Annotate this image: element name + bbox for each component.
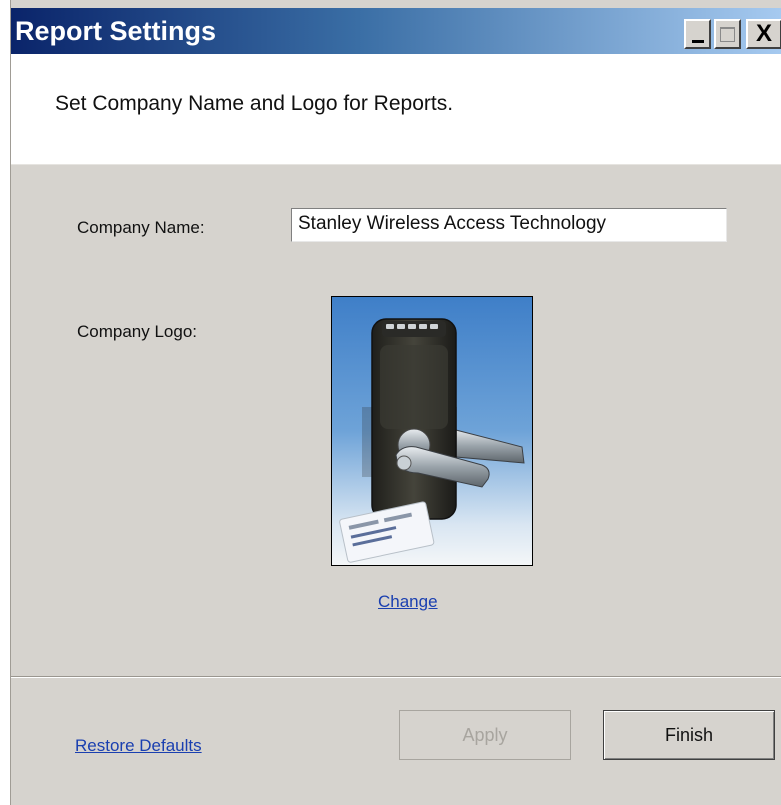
maximize-button xyxy=(714,19,741,49)
company-name-input[interactable]: Stanley Wireless Access Technology xyxy=(291,208,727,242)
minimize-icon xyxy=(691,39,704,43)
change-logo-link[interactable]: Change xyxy=(378,592,438,612)
apply-button[interactable]: Apply xyxy=(399,710,571,760)
company-name-label: Company Name: xyxy=(77,218,205,237)
finish-button[interactable]: Finish xyxy=(603,710,775,760)
window-title: Report Settings xyxy=(15,16,217,46)
lock-product-photo xyxy=(339,318,525,563)
restore-defaults-link[interactable]: Restore Defaults xyxy=(75,736,202,756)
footer-divider xyxy=(11,676,781,678)
report-settings-window: Report Settings X Set Company Name and L… xyxy=(10,0,781,805)
instruction-text: Set Company Name and Logo for Reports. xyxy=(55,92,454,115)
header-panel: Set Company Name and Logo for Reports. xyxy=(11,54,781,165)
close-button[interactable]: X xyxy=(746,19,781,49)
company-logo-image xyxy=(331,296,533,566)
minimize-button[interactable] xyxy=(684,19,711,49)
close-icon: X xyxy=(755,20,772,47)
title-bar[interactable]: Report Settings X xyxy=(11,8,781,54)
maximize-icon xyxy=(720,26,735,42)
company-logo-label: Company Logo: xyxy=(77,322,198,341)
